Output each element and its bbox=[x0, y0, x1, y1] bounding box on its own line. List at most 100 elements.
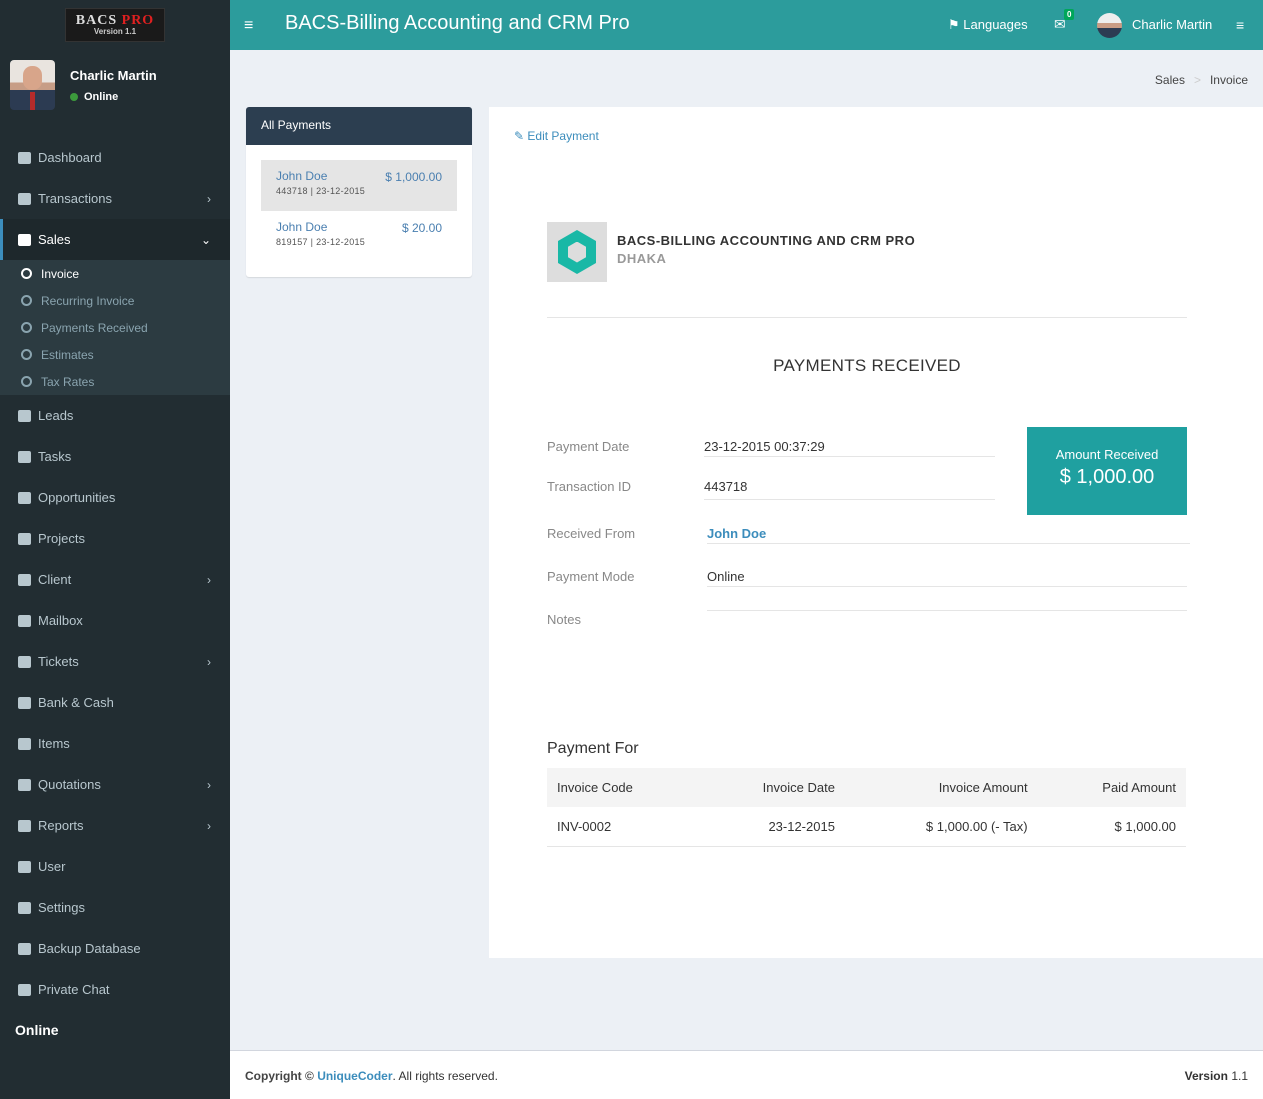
languages-button[interactable]: ⚑ Languages bbox=[948, 17, 1028, 33]
chevron-right-icon: › bbox=[207, 777, 211, 792]
payment-for-table: Invoice Code Invoice Date Invoice Amount… bbox=[547, 768, 1186, 847]
edit-payment-link[interactable]: ✎ Edit Payment bbox=[514, 129, 599, 143]
sidebar-item-transactions[interactable]: Transactions › bbox=[0, 178, 230, 219]
field-underline bbox=[704, 499, 995, 500]
submenu-item-payments-received[interactable]: Payments Received bbox=[0, 314, 230, 341]
pencil-icon: ✎ bbox=[514, 129, 525, 143]
online-dot-icon bbox=[70, 92, 78, 101]
payment-amount: $ 20.00 bbox=[401, 221, 442, 235]
received-from-label: Received From bbox=[547, 526, 636, 541]
payment-list-item[interactable]: John Doe $ 20.00 819157 | 23-12-2015 bbox=[261, 211, 457, 262]
company-name: BACS-BILLING ACCOUNTING AND CRM PRO bbox=[617, 233, 916, 248]
table-header-row: Invoice Code Invoice Date Invoice Amount… bbox=[547, 768, 1186, 807]
sidebar-item-user[interactable]: User bbox=[0, 846, 230, 887]
sidebar: BACS PRO Version 1.1 Charlic Martin Onli… bbox=[0, 0, 230, 1099]
user-name: Charlic Martin bbox=[70, 67, 157, 83]
breadcrumb-separator: > bbox=[1193, 73, 1201, 87]
notes-label: Notes bbox=[547, 612, 581, 627]
hexagon-icon bbox=[558, 230, 596, 274]
document-title: PAYMENTS RECEIVED bbox=[773, 356, 961, 375]
sidebar-item-opportunities[interactable]: Opportunities bbox=[0, 477, 230, 518]
transaction-id-value: 443718 bbox=[704, 479, 748, 494]
cube-icon bbox=[18, 737, 31, 750]
circle-icon bbox=[21, 322, 32, 333]
top-header: ≡ BACS-Billing Accounting and CRM Pro ⚑ … bbox=[230, 0, 1263, 50]
column-header: Invoice Date bbox=[698, 768, 845, 807]
breadcrumb-sales[interactable]: Sales bbox=[1155, 73, 1185, 87]
field-underline bbox=[707, 586, 1187, 587]
sidebar-item-client[interactable]: Client › bbox=[0, 559, 230, 600]
payment-mode-value: Online bbox=[707, 569, 745, 584]
payment-amount: $ 1,000.00 bbox=[385, 170, 442, 184]
sidebar-toggle-icon[interactable]: ≡ bbox=[244, 17, 253, 35]
chat-icon bbox=[18, 983, 31, 996]
filter-icon bbox=[18, 491, 31, 504]
sidebar-item-tickets[interactable]: Tickets › bbox=[0, 641, 230, 682]
users-icon bbox=[18, 573, 31, 586]
sidebar-menu: Dashboard Transactions › Sales ⌄ Invoice R… bbox=[0, 137, 230, 1010]
all-payments-title: All Payments bbox=[246, 107, 472, 145]
payment-for-title: Payment For bbox=[547, 740, 639, 757]
sidebar-item-bank-cash[interactable]: Bank & Cash bbox=[0, 682, 230, 723]
copyright-text: Copyright © UniqueCoder. All rights rese… bbox=[245, 1069, 498, 1083]
transactions-icon bbox=[18, 192, 31, 205]
sales-submenu: Invoice Recurring Invoice Payments Recei… bbox=[0, 260, 230, 395]
invoice-date-cell: 23-12-2015 bbox=[698, 807, 845, 847]
submenu-item-tax-rates[interactable]: Tax Rates bbox=[0, 368, 230, 395]
sidebar-item-settings[interactable]: Settings bbox=[0, 887, 230, 928]
sidebar-item-dashboard[interactable]: Dashboard bbox=[0, 137, 230, 178]
version-text: Version 1.1 bbox=[1184, 1069, 1248, 1083]
submenu-item-invoice[interactable]: Invoice bbox=[0, 260, 230, 287]
sidebar-item-reports[interactable]: Reports › bbox=[0, 805, 230, 846]
circle-icon bbox=[21, 349, 32, 360]
payment-date-label: Payment Date bbox=[547, 439, 630, 454]
breadcrumb-current: Invoice bbox=[1209, 73, 1248, 87]
submenu-item-recurring-invoice[interactable]: Recurring Invoice bbox=[0, 287, 230, 314]
app-title: BACS-Billing Accounting and CRM Pro bbox=[285, 12, 630, 34]
control-sidebar-icon[interactable]: ≡ bbox=[1236, 17, 1244, 33]
online-label: Online bbox=[15, 1022, 59, 1038]
logo-version: Version 1.1 bbox=[93, 27, 137, 36]
cart-icon bbox=[18, 233, 31, 246]
header-user-name[interactable]: Charlic Martin bbox=[1132, 17, 1212, 32]
payment-date-value: 23-12-2015 00:37:29 bbox=[704, 439, 825, 454]
divider bbox=[547, 317, 1187, 318]
sidebar-item-private-chat[interactable]: Private Chat bbox=[0, 969, 230, 1010]
sidebar-item-leads[interactable]: Leads bbox=[0, 395, 230, 436]
sidebar-item-items[interactable]: Items bbox=[0, 723, 230, 764]
received-from-link[interactable]: John Doe bbox=[707, 526, 766, 541]
chevron-right-icon: › bbox=[207, 818, 211, 833]
sidebar-item-quotations[interactable]: Quotations › bbox=[0, 764, 230, 805]
submenu-item-estimates[interactable]: Estimates bbox=[0, 341, 230, 368]
brand-link[interactable]: UniqueCoder bbox=[317, 1069, 392, 1083]
chevron-right-icon: › bbox=[207, 572, 211, 587]
payment-list-item[interactable]: John Doe $ 1,000.00 443718 | 23-12-2015 bbox=[261, 160, 457, 211]
sidebar-item-sales[interactable]: Sales ⌄ bbox=[0, 219, 230, 260]
field-underline bbox=[707, 610, 1187, 611]
paid-amount-cell: $ 1,000.00 bbox=[1037, 807, 1186, 847]
sidebar-item-mailbox[interactable]: Mailbox bbox=[0, 600, 230, 641]
column-header: Invoice Code bbox=[547, 768, 699, 807]
table-row: INV-0002 23-12-2015 $ 1,000.00 (- Tax) $… bbox=[547, 807, 1186, 847]
company-logo bbox=[547, 222, 607, 282]
user-group-icon bbox=[18, 860, 31, 873]
bar-chart-icon bbox=[18, 819, 31, 832]
header-user-avatar[interactable] bbox=[1097, 13, 1122, 38]
tasks-icon bbox=[18, 450, 31, 463]
invoice-code-cell: INV-0002 bbox=[547, 807, 699, 847]
envelope-icon bbox=[18, 614, 31, 627]
chevron-right-icon: › bbox=[207, 191, 211, 206]
payment-mode-label: Payment Mode bbox=[547, 569, 635, 584]
logo-text: BACS PRO bbox=[75, 13, 155, 28]
logo-area: BACS PRO Version 1.1 bbox=[0, 0, 230, 50]
sidebar-item-projects[interactable]: Projects bbox=[0, 518, 230, 559]
amount-received-box: Amount Received $ 1,000.00 bbox=[1027, 427, 1187, 515]
sidebar-item-tasks[interactable]: Tasks bbox=[0, 436, 230, 477]
dashboard-icon bbox=[18, 151, 31, 164]
app-logo[interactable]: BACS PRO Version 1.1 bbox=[65, 8, 165, 42]
rocket-icon bbox=[18, 409, 31, 422]
ticket-icon bbox=[18, 655, 31, 668]
amount-received-title: Amount Received bbox=[1055, 447, 1159, 462]
money-icon bbox=[18, 696, 31, 709]
sidebar-item-backup-database[interactable]: Backup Database bbox=[0, 928, 230, 969]
